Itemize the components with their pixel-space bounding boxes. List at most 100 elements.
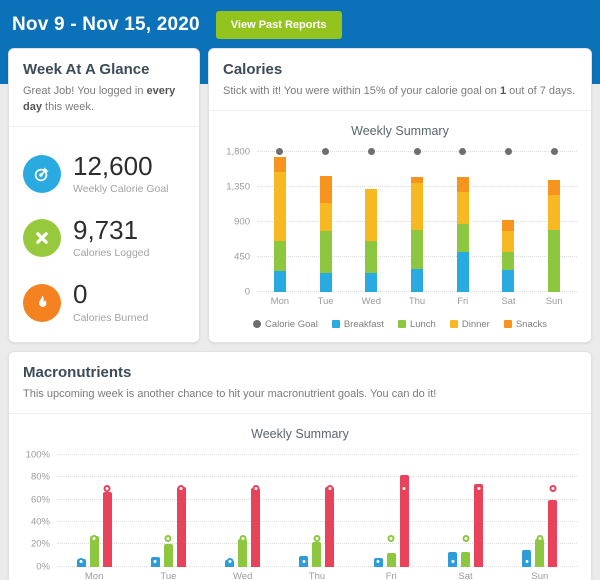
bar-fat: [548, 500, 557, 567]
macro-goal-marker: [91, 535, 98, 542]
macro-goal-marker: [300, 558, 307, 565]
bar-segment-lunch: [274, 241, 286, 271]
y-axis-label: 0%: [36, 561, 50, 572]
bar-group: [374, 455, 409, 567]
y-axis-label: 60%: [31, 494, 50, 505]
bar-wrap: [177, 455, 186, 567]
bar-segment-dinner: [411, 183, 423, 230]
day-column-sun: [531, 152, 577, 292]
bar-segment-lunch: [365, 241, 377, 273]
bar-wrap: [77, 455, 86, 567]
macro-goal-marker: [178, 485, 185, 492]
bar-fat: [325, 487, 334, 567]
bar-segment-breakfast: [502, 270, 514, 292]
bar-segment-dinner: [502, 231, 514, 253]
day-column-fri: [354, 455, 428, 567]
calories-header: Calories Stick with it! You were within …: [209, 49, 591, 111]
calories-burned-label: Calories Burned: [73, 312, 148, 324]
bar-protein: [238, 539, 247, 567]
bar-wrap: [535, 455, 544, 567]
x-axis-label-fri: Fri: [440, 296, 486, 307]
y-axis-label: 1,800: [226, 146, 250, 157]
message-text: Stick with it! You were within 15% of yo…: [223, 85, 500, 97]
chart-legend: Calorie GoalBreakfastLunchDinnerSnacks: [217, 319, 583, 330]
week-at-a-glance-header: Week At A Glance Great Job! You logged i…: [9, 49, 199, 127]
bar-group: [225, 455, 260, 567]
calories-weekly-summary-chart: Weekly Summary04509001,3501,800MonTueWed…: [209, 124, 591, 330]
macro-goal-marker: [152, 558, 159, 565]
day-column-thu: [280, 455, 354, 567]
x-axis-label-sun: Sun: [531, 296, 577, 307]
macro-goal-marker: [313, 535, 320, 542]
stat-calories-logged: 9,731 Calories Logged: [23, 217, 185, 259]
bar-wrap: [461, 455, 470, 567]
week-at-a-glance-message: Great Job! You logged in every day this …: [23, 84, 185, 116]
bar-fat: [103, 492, 112, 567]
calories-burned-value: 0: [73, 281, 148, 308]
macro-goal-marker: [326, 485, 333, 492]
day-column-fri: [440, 152, 486, 292]
y-axis-label: 1,350: [226, 181, 250, 192]
y-axis-label: 450: [234, 251, 250, 262]
bar-segment-lunch: [411, 230, 423, 270]
x-axis-label-mon: Mon: [57, 571, 131, 580]
legend-label: Dinner: [462, 319, 490, 330]
day-column-sat: [428, 455, 502, 567]
stat-weekly-calorie-goal: 12,600 Weekly Calorie Goal: [23, 153, 185, 195]
legend-item-breakfast: Breakfast: [332, 319, 384, 330]
stacked-bar: [548, 152, 560, 292]
bar-segment-dinner: [274, 172, 286, 241]
bar-wrap: [474, 455, 483, 567]
bar-wrap: [374, 455, 383, 567]
calories-logged-value: 9,731: [73, 217, 149, 244]
bar-wrap: [548, 455, 557, 567]
macro-goal-marker: [252, 485, 259, 492]
stacked-bar: [320, 152, 332, 292]
bar-wrap: [164, 455, 173, 567]
day-column-mon: [57, 455, 131, 567]
bar-segment-breakfast: [274, 271, 286, 292]
x-axis-label-wed: Wed: [348, 296, 394, 307]
stat-text: 12,600 Weekly Calorie Goal: [73, 153, 169, 195]
bar-protein: [535, 539, 544, 567]
bar-group: [299, 455, 334, 567]
day-column-wed: [206, 455, 280, 567]
y-axis-label: 40%: [31, 517, 50, 528]
bar-fat: [251, 488, 260, 566]
x-axis-label-tue: Tue: [131, 571, 205, 580]
stacked-bar: [274, 152, 286, 292]
bar-segment-snacks: [457, 177, 469, 191]
bar-segment-lunch: [320, 231, 332, 273]
legend-label: Snacks: [516, 319, 547, 330]
macronutrients-header: Macronutrients This upcoming week is ano…: [9, 352, 591, 414]
y-axis-label: 0: [245, 286, 250, 297]
bar-wrap: [151, 455, 160, 567]
view-past-reports-button[interactable]: View Past Reports: [216, 11, 342, 39]
y-axis-label: 20%: [31, 539, 50, 550]
legend-swatch: [332, 320, 340, 328]
macro-goal-marker: [523, 558, 530, 565]
macro-goal-marker: [375, 558, 382, 565]
x-axis: MonTueWedThuFriSatSun: [57, 571, 577, 580]
target-icon: [23, 155, 61, 193]
page-content: Nov 9 - Nov 15, 2020 View Past Reports W…: [0, 0, 600, 580]
x-axis: MonTueWedThuFriSatSun: [257, 296, 577, 307]
x-axis-label-sat: Sat: [428, 571, 502, 580]
bar-segment-snacks: [274, 157, 286, 172]
macro-goal-marker: [78, 558, 85, 565]
bar-segment-dinner: [457, 192, 469, 224]
bar-protein: [387, 553, 396, 566]
x-axis-label-thu: Thu: [280, 571, 354, 580]
y-axis-label: 100%: [26, 449, 50, 460]
bar-wrap: [312, 455, 321, 567]
macro-goal-marker: [104, 485, 111, 492]
legend-swatch: [504, 320, 512, 328]
bar-segment-breakfast: [320, 273, 332, 292]
macros-weekly-summary-chart: Weekly Summary0%20%40%60%80%100%MonTueWe…: [9, 427, 591, 580]
bar-group: [448, 455, 483, 567]
bar-segment-lunch: [548, 230, 560, 292]
glance-stats: 12,600 Weekly Calorie Goal 9,731 Calo: [9, 127, 199, 342]
bar-wrap: [522, 455, 531, 567]
top-bar: Nov 9 - Nov 15, 2020 View Past Reports: [12, 10, 590, 40]
bar-wrap: [299, 455, 308, 567]
